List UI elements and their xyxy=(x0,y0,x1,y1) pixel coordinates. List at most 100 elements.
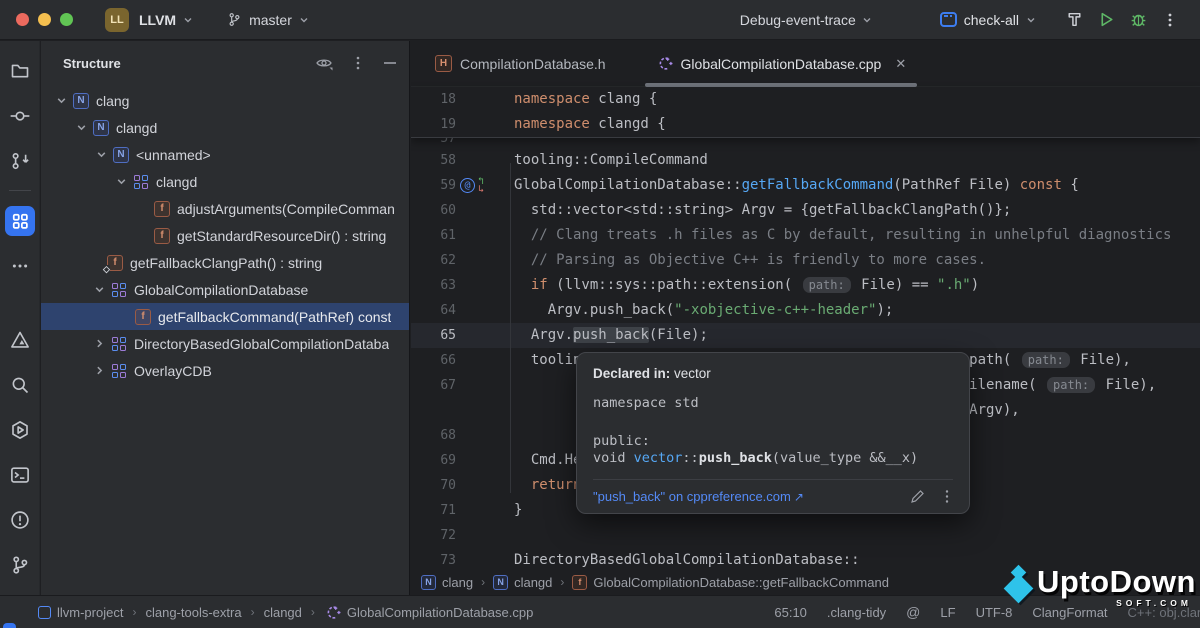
breadcrumb-separator: › xyxy=(132,605,136,619)
run-icon[interactable] xyxy=(1090,6,1122,34)
code-line[interactable]: 64 Argv.push_back("-xobjective-c++-heade… xyxy=(411,298,1200,323)
editor-tab[interactable]: HCompilationDatabase.h xyxy=(421,41,620,86)
kebab-icon[interactable] xyxy=(941,489,953,504)
code-line[interactable]: 61 // Clang treats .h files as C by defa… xyxy=(411,223,1200,248)
git-branch-icon[interactable] xyxy=(5,550,35,580)
function-icon: f xyxy=(154,228,170,244)
line-number: 18 xyxy=(411,87,456,112)
eye-icon[interactable] xyxy=(315,54,333,72)
line-number: 72 xyxy=(411,523,456,548)
status-path-item[interactable]: clang-tools-extra xyxy=(145,605,241,620)
tree-item[interactable]: clangd xyxy=(41,168,409,195)
code-line[interactable]: 60 std::vector<std::string> Argv = {getF… xyxy=(411,198,1200,223)
line-number: 66 xyxy=(411,348,456,373)
hide-panel-icon[interactable] xyxy=(383,56,397,70)
status-widget[interactable]: LF xyxy=(940,605,955,620)
gutter xyxy=(456,423,514,448)
breadcrumb-item[interactable]: Nclangd xyxy=(493,575,552,590)
chevron-down-icon[interactable] xyxy=(89,149,113,160)
search-icon[interactable] xyxy=(5,370,35,400)
commit-icon[interactable] xyxy=(5,101,35,131)
run-configuration-selector[interactable]: Debug-event-trace xyxy=(740,12,872,28)
close-window-button[interactable] xyxy=(16,13,29,26)
chevron-right-icon[interactable] xyxy=(87,365,111,376)
status-path-item[interactable]: llvm-project xyxy=(38,605,123,620)
status-path-item[interactable]: GlobalCompilationDatabase.cpp xyxy=(324,604,533,621)
breadcrumb-separator: › xyxy=(560,575,564,589)
more-icon[interactable] xyxy=(5,251,35,281)
uptodown-watermark: UptoDown SOFT.COM xyxy=(999,566,1196,608)
close-icon[interactable]: ✕ xyxy=(895,56,906,72)
code-line[interactable]: 19namespace clangd { xyxy=(411,112,1200,137)
sticky-lines: 18namespace clang {19namespace clangd { xyxy=(411,87,1200,138)
watermark-subtitle: SOFT.COM xyxy=(1037,599,1196,608)
kebab-icon[interactable] xyxy=(351,55,365,71)
more-icon[interactable] xyxy=(1154,6,1186,34)
chevron-right-icon[interactable] xyxy=(87,338,111,349)
breadcrumb-item[interactable]: fGlobalCompilationDatabase::getFallbackC… xyxy=(572,575,889,590)
build-icon[interactable] xyxy=(1058,6,1090,34)
status-path-item[interactable]: clangd xyxy=(264,605,302,620)
code-line[interactable]: 72 xyxy=(411,523,1200,548)
project-selector[interactable]: LLVM xyxy=(139,12,193,28)
at-icon[interactable]: @ xyxy=(906,604,920,620)
edit-icon[interactable] xyxy=(910,489,925,504)
line-number: 71 xyxy=(411,498,456,523)
code-text: tooling::CompileCommand xyxy=(514,148,708,173)
cppreference-link[interactable]: "push_back" on cppreference.com↗ xyxy=(593,489,804,504)
editor-tab[interactable]: GlobalCompilationDatabase.cpp✕ xyxy=(642,41,921,86)
code-line[interactable]: 57 xyxy=(411,138,1200,148)
chevron-down-icon[interactable] xyxy=(109,176,133,187)
line-number: 62 xyxy=(411,248,456,273)
inspections-icon[interactable] xyxy=(5,325,35,355)
tree-item-label: clangd xyxy=(116,120,157,136)
tree-item[interactable]: Nclang xyxy=(41,87,409,114)
tree-item[interactable]: fadjustArguments(CompileComman xyxy=(41,195,409,222)
class-icon xyxy=(111,363,127,379)
cpp-file-icon xyxy=(324,604,341,621)
vcs-update-icon[interactable] xyxy=(5,146,35,176)
tree-item[interactable]: GlobalCompilationDatabase xyxy=(41,276,409,303)
override-marker-icon[interactable]: @ xyxy=(460,178,475,193)
tree-item[interactable]: fgetFallbackCommand(PathRef) const xyxy=(41,303,409,330)
minimize-window-button[interactable] xyxy=(38,13,51,26)
tree-item[interactable]: fgetStandardResourceDir() : string xyxy=(41,222,409,249)
chevron-down-icon[interactable] xyxy=(69,122,93,133)
gutter xyxy=(456,323,514,348)
build-target-selector[interactable]: check-all xyxy=(940,12,1036,28)
breadcrumb-item[interactable]: Nclang xyxy=(421,575,473,590)
line-number: 61 xyxy=(411,223,456,248)
zoom-window-button[interactable] xyxy=(60,13,73,26)
gutter xyxy=(456,373,514,398)
navigation-arrows-icon[interactable]: ↰↳ xyxy=(478,178,484,194)
structure-panel: Structure NclangNclangdN<unnamed>clangdf… xyxy=(41,41,410,595)
status-path-label: clangd xyxy=(264,605,302,620)
title-bar: LL LLVM master Debug-event-trace check-a… xyxy=(0,0,1200,40)
status-widget[interactable]: 65:10 xyxy=(774,605,807,620)
chevron-down-icon[interactable] xyxy=(87,284,111,295)
problems-icon[interactable] xyxy=(5,505,35,535)
code-line[interactable]: 59@↰↳GlobalCompilationDatabase::getFallb… xyxy=(411,173,1200,198)
code-line[interactable]: 62 // Parsing as Objective C++ is friend… xyxy=(411,248,1200,273)
tree-item[interactable]: OverlayCDB xyxy=(41,357,409,384)
chevron-down-icon[interactable] xyxy=(49,95,73,106)
tree-item[interactable]: DirectoryBasedGlobalCompilationDataba xyxy=(41,330,409,357)
run-anything-icon[interactable] xyxy=(5,415,35,445)
code-line[interactable]: 18namespace clang { xyxy=(411,87,1200,112)
code-line-active[interactable]: 65 Argv.push_back(File); xyxy=(411,323,1200,348)
branch-name: master xyxy=(249,12,292,28)
status-widget[interactable]: .clang-tidy xyxy=(827,605,886,620)
clangd-at-icon: @ xyxy=(906,604,920,620)
signature-line: void vector::push_back(value_type &&__x) xyxy=(593,450,953,466)
code-line[interactable]: 63 if (llvm::sys::path::extension( path:… xyxy=(411,273,1200,298)
debug-icon[interactable] xyxy=(1122,6,1154,34)
code-line[interactable]: 58tooling::CompileCommand xyxy=(411,148,1200,173)
tree-item[interactable]: N<unnamed> xyxy=(41,141,409,168)
terminal-icon[interactable] xyxy=(5,460,35,490)
namespace-icon: N xyxy=(73,93,89,109)
structure-icon[interactable] xyxy=(5,206,35,236)
tree-item[interactable]: f◇getFallbackClangPath() : string xyxy=(41,249,409,276)
tree-item[interactable]: Nclangd xyxy=(41,114,409,141)
branch-selector[interactable]: master xyxy=(227,12,309,28)
folder-icon[interactable] xyxy=(5,56,35,86)
